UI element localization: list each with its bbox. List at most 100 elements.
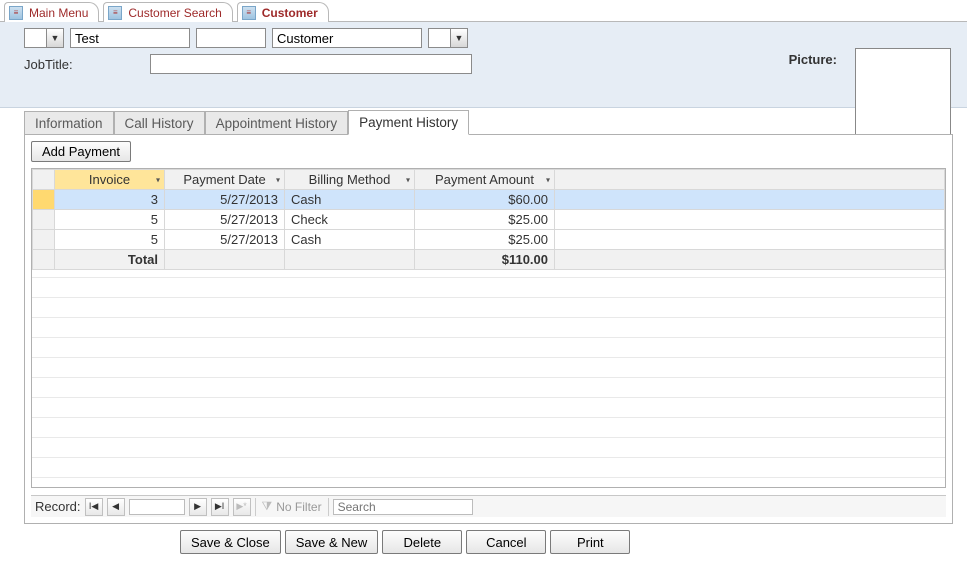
- row-selector[interactable]: [33, 210, 55, 230]
- table-row[interactable]: 3 5/27/2013 Cash $60.00: [33, 190, 945, 210]
- win-tab-label: Customer: [262, 6, 318, 20]
- cell-invoice[interactable]: 5: [55, 210, 165, 230]
- cell-empty: [285, 250, 415, 270]
- col-payment-date[interactable]: Payment Date ▾: [165, 170, 285, 190]
- button-label: Save & Close: [191, 535, 270, 550]
- cell-spacer: [555, 230, 945, 250]
- no-filter-indicator[interactable]: ⧩ No Filter: [255, 498, 329, 516]
- cell-date[interactable]: 5/27/2013: [165, 230, 285, 250]
- button-label: Save & New: [296, 535, 368, 550]
- cell-spacer: [555, 190, 945, 210]
- chevron-down-icon[interactable]: ▼: [450, 28, 468, 48]
- jobtitle-label: JobTitle:: [24, 57, 144, 72]
- col-payment-amount[interactable]: Payment Amount ▾: [415, 170, 555, 190]
- cell-empty: [165, 250, 285, 270]
- button-label: Delete: [404, 535, 442, 550]
- payment-history-body: Add Payment Invoice ▾: [24, 134, 953, 524]
- table-row[interactable]: 5 5/27/2013 Cash $25.00: [33, 230, 945, 250]
- chevron-down-icon[interactable]: ▾: [406, 175, 410, 184]
- nav-next-button[interactable]: ▶: [189, 498, 207, 516]
- nav-first-button[interactable]: I◀: [85, 498, 103, 516]
- save-close-button[interactable]: Save & Close: [180, 530, 281, 554]
- picture-label: Picture:: [789, 52, 837, 67]
- delete-button[interactable]: Delete: [382, 530, 462, 554]
- cell-method[interactable]: Cash: [285, 190, 415, 210]
- filter-icon: ⧩: [262, 499, 273, 514]
- cell-amount[interactable]: $25.00: [415, 210, 555, 230]
- title-combo[interactable]: ▼: [24, 28, 64, 48]
- cell-invoice[interactable]: 5: [55, 230, 165, 250]
- row-selector[interactable]: [33, 190, 55, 210]
- cell-spacer: [555, 250, 945, 270]
- record-number-input[interactable]: [129, 499, 185, 515]
- cell-total-amount: $110.00: [415, 250, 555, 270]
- tab-customer-search[interactable]: ≡ Customer Search: [103, 2, 232, 22]
- form-icon: ≡: [108, 6, 122, 20]
- record-navigator: Record: I◀ ◀ ▶ ▶I ▶* ⧩ No Filter: [31, 495, 946, 517]
- win-tab-label: Customer Search: [128, 6, 221, 20]
- chevron-down-icon[interactable]: ▼: [46, 28, 64, 48]
- select-all-rows[interactable]: [33, 170, 55, 190]
- form-footer: Save & Close Save & New Delete Cancel Pr…: [180, 530, 967, 554]
- customer-tabs: Information Call History Appointment His…: [24, 108, 953, 524]
- tab-label: Information: [35, 116, 103, 131]
- jobtitle-input[interactable]: [150, 54, 472, 74]
- last-name-input[interactable]: [272, 28, 422, 48]
- cell-method[interactable]: Check: [285, 210, 415, 230]
- col-billing-method[interactable]: Billing Method ▾: [285, 170, 415, 190]
- button-label: Add Payment: [42, 144, 120, 159]
- search-input[interactable]: [333, 499, 473, 515]
- col-label: Billing Method: [309, 172, 391, 187]
- nav-new-button[interactable]: ▶*: [233, 498, 251, 516]
- tab-customer[interactable]: ≡ Customer: [237, 2, 329, 22]
- no-filter-label: No Filter: [276, 500, 321, 514]
- button-label: Print: [577, 535, 604, 550]
- chevron-down-icon[interactable]: ▾: [546, 175, 550, 184]
- add-payment-button[interactable]: Add Payment: [31, 141, 131, 162]
- cell-total-label: Total: [55, 250, 165, 270]
- payments-datasheet[interactable]: Invoice ▾ Payment Date ▾ Billing Method …: [31, 168, 946, 488]
- form-icon: ≡: [242, 6, 256, 20]
- tab-label: Payment History: [359, 115, 458, 130]
- cell-method[interactable]: Cash: [285, 230, 415, 250]
- cell-invoice[interactable]: 3: [55, 190, 165, 210]
- nav-prev-button[interactable]: ◀: [107, 498, 125, 516]
- button-label: Cancel: [486, 535, 526, 550]
- col-spacer: [555, 170, 945, 190]
- tab-label: Call History: [125, 116, 194, 131]
- nav-last-button[interactable]: ▶I: [211, 498, 229, 516]
- cell-amount[interactable]: $60.00: [415, 190, 555, 210]
- cell-date[interactable]: 5/27/2013: [165, 210, 285, 230]
- tab-label: Appointment History: [216, 116, 338, 131]
- cell-date[interactable]: 5/27/2013: [165, 190, 285, 210]
- cell-amount[interactable]: $25.00: [415, 230, 555, 250]
- cell-spacer: [555, 210, 945, 230]
- save-new-button[interactable]: Save & New: [285, 530, 379, 554]
- middle-name-input[interactable]: [196, 28, 266, 48]
- table-header-row: Invoice ▾ Payment Date ▾ Billing Method …: [33, 170, 945, 190]
- datasheet-filler: [32, 277, 945, 487]
- customer-form-header: ▼ ▼ JobTitle: Picture:: [0, 22, 967, 108]
- tab-call-history[interactable]: Call History: [114, 111, 205, 135]
- suffix-combo[interactable]: ▼: [428, 28, 468, 48]
- chevron-down-icon[interactable]: ▾: [156, 175, 160, 184]
- tab-main-menu[interactable]: ≡ Main Menu: [4, 2, 99, 22]
- col-label: Payment Amount: [435, 172, 534, 187]
- col-label: Invoice: [89, 172, 130, 187]
- table-row[interactable]: 5 5/27/2013 Check $25.00: [33, 210, 945, 230]
- table-total-row: Total $110.00: [33, 250, 945, 270]
- print-button[interactable]: Print: [550, 530, 630, 554]
- col-invoice[interactable]: Invoice ▾: [55, 170, 165, 190]
- col-label: Payment Date: [183, 172, 265, 187]
- cancel-button[interactable]: Cancel: [466, 530, 546, 554]
- tab-information[interactable]: Information: [24, 111, 114, 135]
- picture-frame[interactable]: [855, 48, 951, 146]
- window-tabs: ≡ Main Menu ≡ Customer Search ≡ Customer: [0, 0, 967, 22]
- first-name-input[interactable]: [70, 28, 190, 48]
- chevron-down-icon[interactable]: ▾: [276, 175, 280, 184]
- tab-appointment-history[interactable]: Appointment History: [205, 111, 349, 135]
- record-label: Record:: [35, 499, 81, 514]
- win-tab-label: Main Menu: [29, 6, 88, 20]
- row-selector[interactable]: [33, 230, 55, 250]
- tab-payment-history[interactable]: Payment History: [348, 110, 469, 135]
